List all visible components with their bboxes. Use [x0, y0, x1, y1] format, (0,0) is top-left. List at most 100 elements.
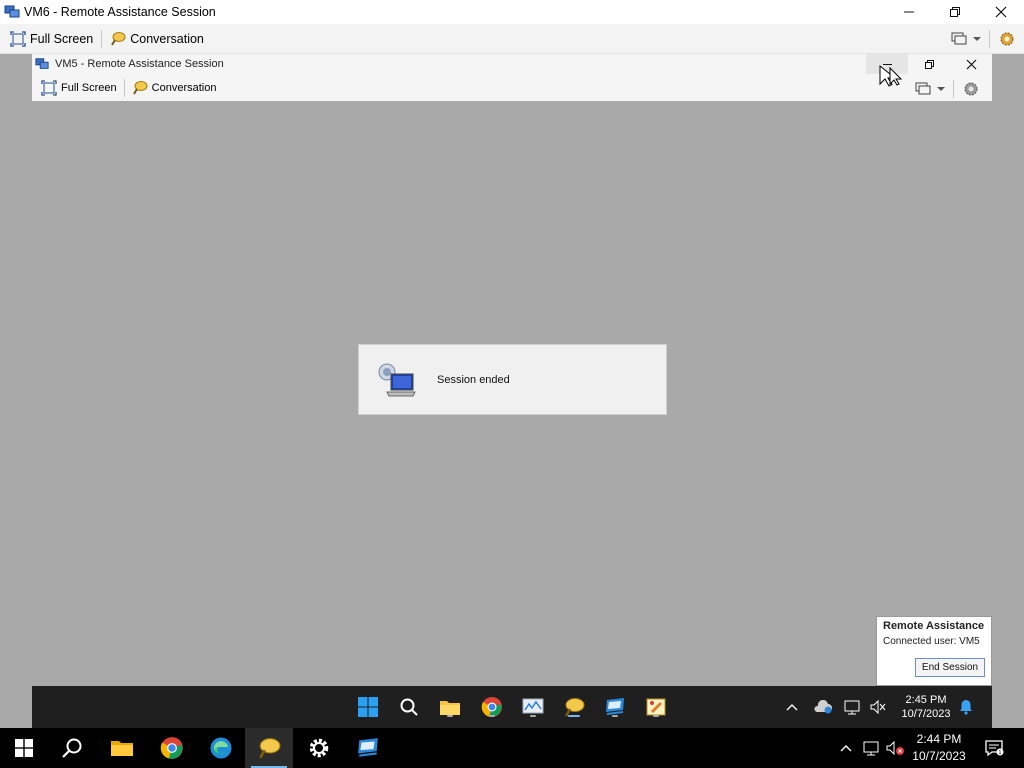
- toolbar-separator: [101, 29, 103, 48]
- remote-assistance-button[interactable]: [245, 728, 293, 768]
- inner-chrome-button[interactable]: [480, 695, 504, 719]
- inner-title-bar: VM5 - Remote Assistance Session: [32, 54, 992, 74]
- remote-assistance-computer-icon: [378, 363, 416, 396]
- monitor-icon: [915, 82, 931, 95]
- search-icon: [62, 738, 82, 758]
- chevron-down-icon: [973, 37, 981, 41]
- volume-button[interactable]: [885, 738, 905, 758]
- restore-button[interactable]: [932, 0, 978, 24]
- inner-window-title: VM5 - Remote Assistance Session: [55, 58, 224, 70]
- conversation-label: Conversation: [130, 31, 204, 46]
- inner-show-hidden-icons-button[interactable]: [782, 697, 802, 717]
- windows-start-icon: [15, 739, 33, 757]
- taskbar: 2:44 PM 10/7/2023 1: [0, 728, 1024, 768]
- toolbar-separator: [953, 80, 954, 98]
- close-button[interactable]: [978, 0, 1024, 24]
- remote-assistance-status-panel: Remote Assistance Connected user: VM5 En…: [876, 616, 992, 686]
- help-settings-button[interactable]: [998, 30, 1016, 48]
- clock[interactable]: 2:44 PM 10/7/2023: [908, 731, 970, 765]
- full-screen-icon: [41, 80, 57, 96]
- inner-window: VM5 - Remote Assistance Session Full Scr…: [32, 54, 992, 101]
- inner-taskbar: 2:45 PM 10/7/2023: [32, 686, 992, 728]
- settings-gear-icon: [1000, 32, 1014, 46]
- windows-start-icon: [358, 697, 378, 717]
- inner-clock[interactable]: 2:45 PM 10/7/2023: [898, 693, 954, 721]
- chevron-up-icon: [840, 745, 852, 752]
- inner-toolbar: Full Screen Conversation: [32, 76, 992, 100]
- full-screen-button[interactable]: Full Screen: [4, 28, 99, 50]
- volume-muted-icon: [870, 699, 886, 715]
- search-button[interactable]: [48, 728, 96, 768]
- network-button[interactable]: [861, 738, 881, 758]
- clock-date: 10/7/2023: [912, 749, 966, 763]
- inner-start-button[interactable]: [356, 695, 380, 719]
- conversation-label: Conversation: [151, 82, 217, 94]
- monitor-icon: [951, 32, 967, 45]
- file-explorer-button[interactable]: [98, 728, 146, 768]
- start-button[interactable]: [0, 728, 48, 768]
- restore-icon: [950, 7, 960, 17]
- ra-panel-title: Remote Assistance: [883, 620, 985, 632]
- settings-button[interactable]: [295, 728, 343, 768]
- chrome-icon: [160, 737, 183, 759]
- inner-full-screen-button[interactable]: Full Screen: [36, 77, 122, 99]
- mouse-cursor-icon: [879, 64, 903, 87]
- inner-onedrive-button[interactable]: [813, 697, 833, 717]
- inner-paint-button[interactable]: [644, 695, 668, 719]
- remote-assistance-app-icon: [35, 58, 49, 69]
- inner-remote-desktop-button[interactable]: [603, 695, 627, 719]
- inner-restore-button[interactable]: [908, 54, 950, 74]
- minimize-button[interactable]: [886, 0, 932, 24]
- inner-performance-monitor-button[interactable]: [521, 695, 545, 719]
- inner-network-button[interactable]: [842, 697, 862, 717]
- inner-close-button[interactable]: [950, 54, 992, 74]
- inner-clock-date: 10/7/2023: [901, 708, 951, 720]
- remote-desktop-button[interactable]: [344, 728, 392, 768]
- restore-icon: [924, 59, 934, 69]
- outer-title-bar: VM6 - Remote Assistance Session: [0, 0, 1024, 24]
- display-settings-button[interactable]: [951, 32, 967, 46]
- inner-clock-time: 2:45 PM: [905, 694, 947, 706]
- edge-button[interactable]: [197, 728, 245, 768]
- inner-conversation-button[interactable]: Conversation: [127, 77, 222, 99]
- outer-window-title: VM6 - Remote Assistance Session: [24, 5, 216, 19]
- file-explorer-icon: [440, 701, 460, 715]
- show-hidden-icons-button[interactable]: [836, 738, 856, 758]
- inner-display-dropdown-button[interactable]: [937, 86, 945, 92]
- chevron-down-icon: [937, 87, 945, 91]
- inner-help-settings-button[interactable]: [962, 80, 980, 98]
- remote-assistance-icon: [259, 738, 281, 759]
- conversation-button[interactable]: Conversation: [104, 28, 210, 50]
- bell-icon: [960, 700, 972, 715]
- toolbar-separator: [989, 30, 990, 48]
- full-screen-label: Full Screen: [30, 31, 94, 46]
- chrome-button[interactable]: [148, 728, 196, 768]
- clock-time: 2:44 PM: [916, 732, 962, 746]
- action-center-button[interactable]: 1: [982, 738, 1006, 758]
- remote-assistance-app-icon: [4, 5, 20, 18]
- inner-remote-assistance-button[interactable]: [562, 695, 586, 719]
- file-explorer-icon: [111, 741, 133, 756]
- toolbar-separator: [123, 79, 125, 97]
- settings-gear-icon: [309, 738, 329, 758]
- inner-volume-button[interactable]: [868, 697, 888, 717]
- inner-search-button[interactable]: [397, 695, 421, 719]
- inner-notifications-button[interactable]: [956, 697, 976, 717]
- running-indicator: [653, 715, 659, 717]
- session-ended-message: Session ended: [437, 373, 510, 386]
- close-icon: [995, 6, 1007, 18]
- conversation-icon: [110, 31, 126, 47]
- running-indicator: [612, 715, 618, 717]
- edge-icon: [210, 737, 232, 759]
- end-session-button[interactable]: End Session: [915, 658, 985, 677]
- display-dropdown-button[interactable]: [973, 36, 981, 42]
- notifications-icon: 1: [985, 740, 1004, 757]
- close-icon: [966, 59, 976, 69]
- onedrive-icon: [814, 700, 832, 714]
- inner-file-explorer-button[interactable]: [438, 695, 462, 719]
- performance-monitor-icon: [522, 698, 544, 714]
- inner-display-settings-button[interactable]: [915, 82, 931, 96]
- minimize-icon: [904, 11, 914, 13]
- conversation-icon: [132, 80, 148, 96]
- svg-text:1: 1: [998, 750, 1001, 756]
